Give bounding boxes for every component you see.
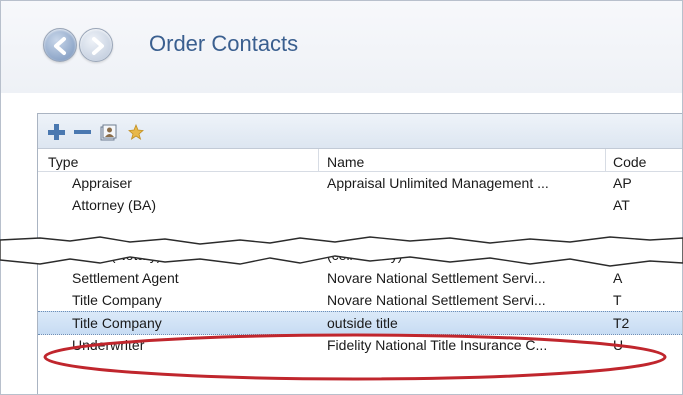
address-book-icon[interactable] — [98, 122, 118, 142]
cell-name: Novare National Settlement Servi... — [327, 292, 546, 308]
star-icon[interactable] — [126, 122, 146, 142]
column-header-name[interactable]: Name — [327, 154, 364, 170]
column-divider[interactable] — [605, 149, 606, 171]
table-row[interactable]: Appraiser Appraisal Unlimited Management… — [38, 172, 682, 194]
column-header-type[interactable]: Type — [48, 154, 78, 170]
cell-code: AP — [613, 175, 632, 191]
torn-edge-divider — [0, 236, 683, 267]
cell-code: T — [613, 292, 622, 308]
cell-name: outside title — [327, 315, 398, 331]
cell-type: Title Company — [72, 292, 162, 308]
cell-type: Appraiser — [72, 175, 132, 191]
plus-icon[interactable] — [46, 122, 66, 142]
cell-name: Appraisal Unlimited Management ... — [327, 175, 549, 191]
table-row[interactable]: Attorney (BA) AT — [38, 194, 682, 216]
back-arrow-icon — [54, 37, 66, 55]
cell-code: AT — [613, 197, 630, 213]
forward-button[interactable] — [79, 28, 113, 62]
minus-icon[interactable] — [72, 122, 92, 142]
column-header-code[interactable]: Code — [613, 154, 646, 170]
cell-type: Title Company — [72, 315, 162, 331]
column-divider[interactable] — [318, 149, 319, 171]
page-title: Order Contacts — [149, 31, 299, 56]
cell-code: T2 — [613, 315, 630, 331]
table-header: Type Name Code — [38, 149, 682, 172]
table-row[interactable]: Title Company Novare National Settlement… — [38, 289, 682, 311]
window-header: Order Contacts — [1, 1, 682, 93]
cell-type: Attorney (BA) — [72, 197, 157, 213]
forward-arrow-icon — [92, 37, 104, 55]
contacts-toolbar — [38, 114, 682, 149]
highlight-annotation-ellipse — [43, 333, 667, 381]
back-button[interactable] — [43, 28, 77, 62]
